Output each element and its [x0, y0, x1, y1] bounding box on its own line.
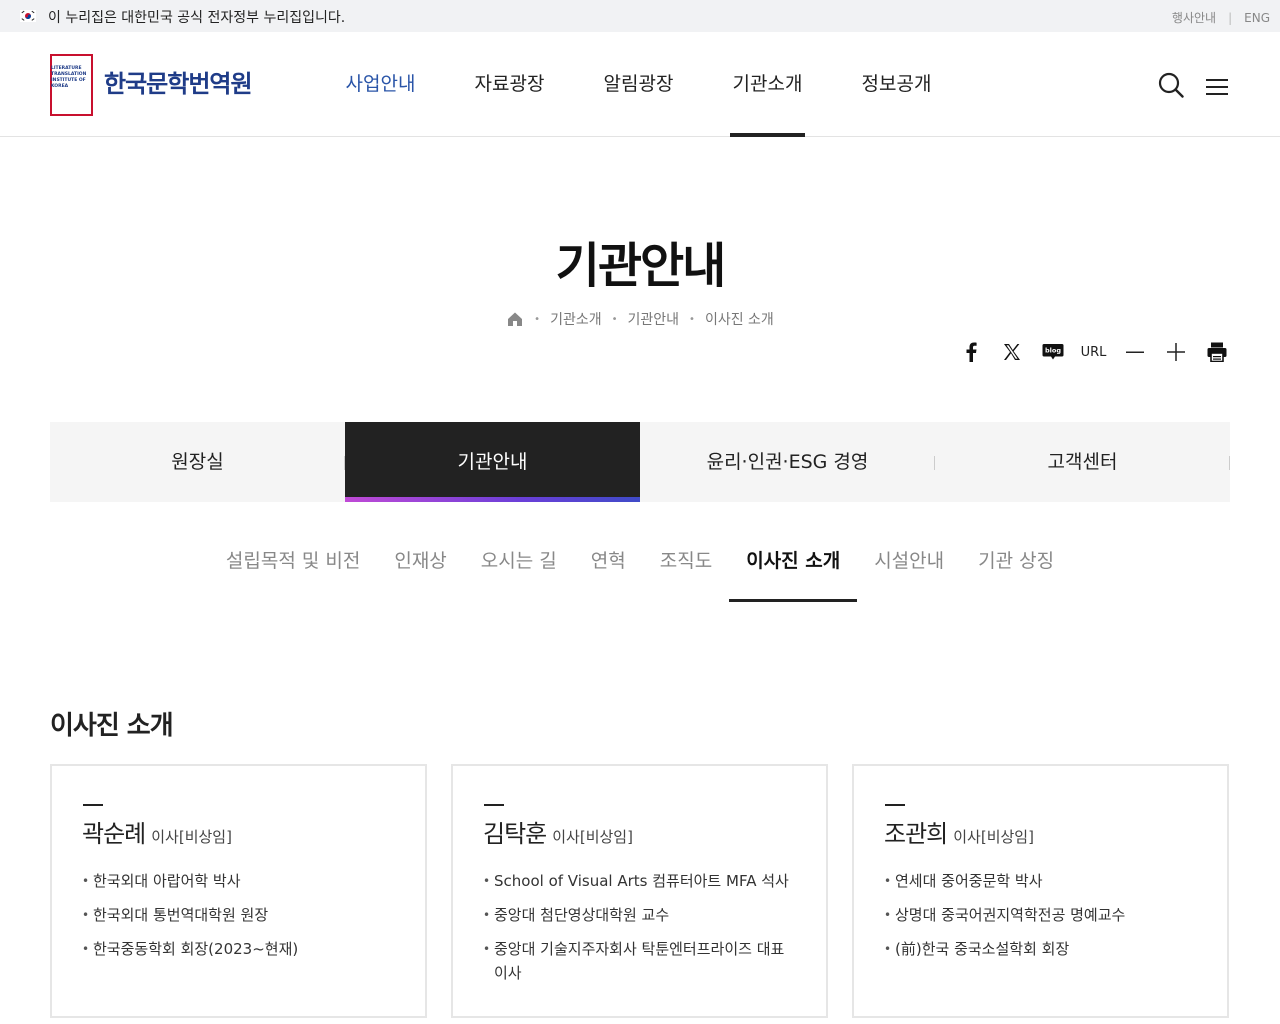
card-accent-bar — [83, 804, 103, 806]
member-name: 곽순례 — [82, 820, 146, 848]
member-role: 이사[비상임] — [953, 828, 1034, 846]
tab-label: 윤리·인권·ESG 경영 — [706, 451, 869, 473]
breadcrumb-item[interactable]: 기관안내 — [628, 309, 680, 329]
breadcrumb-separator: • — [534, 313, 541, 325]
member-header: 김탁훈 이사[비상임] — [483, 814, 796, 849]
career-item: School of Visual Arts 컴퓨터아트 MFA 석사 — [483, 869, 796, 893]
gov-notice-text: 이 누리집은 대한민국 공식 전자정부 누리집입니다. — [48, 10, 346, 26]
print-button[interactable] — [1196, 340, 1237, 364]
depth3-tabs: 설립목적 및 비전 인재상 오시는 길 연혁 조직도 이사진 소개 시설안내 기… — [0, 536, 1280, 602]
subtab-facilities[interactable]: 시설안내 — [857, 536, 961, 602]
divider — [1229, 456, 1230, 470]
card-accent-bar — [885, 804, 905, 806]
subtab-directions[interactable]: 오시는 길 — [464, 536, 574, 602]
breadcrumb-separator: • — [611, 313, 618, 325]
member-header: 조관희 이사[비상임] — [884, 814, 1197, 849]
board-member-card: 곽순례 이사[비상임] 한국외대 아랍어학 박사 한국외대 통번역대학원 원장 … — [50, 764, 427, 1018]
member-career-list: 한국외대 아랍어학 박사 한국외대 통번역대학원 원장 한국중동학회 회장(20… — [82, 869, 395, 961]
blog-icon: blog — [1042, 344, 1063, 360]
site-header: LITERATURE TRANSLATION INSTITUTE OF KORE… — [0, 32, 1280, 137]
print-icon — [1207, 342, 1226, 362]
tab-label: 고객센터 — [1047, 451, 1118, 473]
board-member-card: 김탁훈 이사[비상임] School of Visual Arts 컴퓨터아트 … — [451, 764, 828, 1018]
career-item: 상명대 중국어권지역학전공 명예교수 — [884, 903, 1197, 927]
career-item: 한국중동학회 회장(2023~현재) — [82, 937, 395, 961]
tab-ethics-esg[interactable]: 윤리·인권·ESG 경영 — [640, 422, 935, 502]
page-title: 기관안내 — [555, 238, 727, 294]
career-item: 연세대 중어중문학 박사 — [884, 869, 1197, 893]
member-career-list: 연세대 중어중문학 박사 상명대 중국어권지역학전공 명예교수 (前)한국 중국… — [884, 869, 1197, 961]
breadcrumb-item[interactable]: 기관소개 — [550, 309, 602, 329]
logo-name: 한국문학번역원 — [104, 69, 253, 98]
nav-business[interactable]: 사업안내 — [316, 32, 445, 136]
url-copy-button[interactable]: URL — [1073, 340, 1114, 364]
card-accent-bar — [484, 804, 504, 806]
zoom-out-button[interactable] — [1114, 340, 1155, 364]
gov-notice-bar: 이 누리집은 대한민국 공식 전자정부 누리집입니다. 행사안내 | ENG — [0, 0, 1280, 32]
logo-en-line: KOREA — [51, 84, 69, 89]
breadcrumb-item[interactable]: 이사진 소개 — [705, 309, 774, 329]
main-nav: 사업안내 자료광장 알림광장 기관소개 정보공개 — [316, 32, 961, 137]
member-role: 이사[비상임] — [552, 828, 633, 846]
board-member-card: 조관희 이사[비상임] 연세대 중어중문학 박사 상명대 중국어권지역학전공 명… — [852, 764, 1229, 1018]
blog-label: blog — [1045, 347, 1061, 355]
tab-label: 원장실 — [171, 451, 224, 473]
hamburger-menu-icon[interactable] — [1206, 78, 1228, 96]
breadcrumb-separator: • — [689, 313, 695, 325]
member-name: 김탁훈 — [483, 820, 547, 848]
logo-mark: LITERATURE TRANSLATION INSTITUTE OF KORE… — [50, 54, 94, 116]
divider: | — [1228, 10, 1233, 25]
career-item: 한국외대 통번역대학원 원장 — [82, 903, 395, 927]
subtab-symbol[interactable]: 기관 상징 — [961, 536, 1071, 602]
event-link[interactable]: 행사안내 — [1172, 9, 1216, 26]
nav-notices[interactable]: 알림광장 — [574, 32, 703, 136]
nav-resources[interactable]: 자료광장 — [445, 32, 574, 136]
subtab-history[interactable]: 연혁 — [574, 536, 643, 602]
career-item: (前)한국 중국소설학회 회장 — [884, 937, 1197, 961]
tab-institution-info[interactable]: 기관안내 — [345, 422, 640, 502]
tab-customer-center[interactable]: 고객센터 — [935, 422, 1230, 502]
breadcrumb: • 기관소개 • 기관안내 • 이사진 소개 — [0, 309, 1280, 329]
subtab-board-members[interactable]: 이사진 소개 — [729, 536, 858, 602]
facebook-icon — [966, 342, 977, 362]
facebook-share-button[interactable] — [950, 340, 991, 364]
zoom-in-button[interactable] — [1155, 340, 1196, 364]
tab-label: 기관안내 — [457, 451, 528, 473]
plus-icon — [1166, 343, 1185, 361]
korea-flag-icon — [20, 10, 36, 22]
minus-icon — [1125, 351, 1144, 353]
home-icon[interactable] — [506, 310, 524, 328]
career-item: 중앙대 첨단영상대학원 교수 — [483, 903, 796, 927]
career-item: 중앙대 기술지주자회사 탁툰엔터프라이즈 대표이사 — [483, 937, 796, 985]
eng-link[interactable]: ENG — [1244, 11, 1270, 25]
site-logo[interactable]: LITERATURE TRANSLATION INSTITUTE OF KORE… — [50, 54, 253, 116]
board-member-list: 곽순례 이사[비상임] 한국외대 아랍어학 박사 한국외대 통번역대학원 원장 … — [50, 764, 1230, 1018]
subtab-organization[interactable]: 조직도 — [643, 536, 729, 602]
member-career-list: School of Visual Arts 컴퓨터아트 MFA 석사 중앙대 첨… — [483, 869, 796, 985]
subtab-talent[interactable]: 인재상 — [377, 536, 463, 602]
blog-share-button[interactable]: blog — [1032, 340, 1073, 364]
tab-presidents-office[interactable]: 원장실 — [50, 422, 345, 502]
share-tools: blog URL — [950, 340, 1237, 364]
nav-about[interactable]: 기관소개 — [703, 32, 832, 137]
member-name: 조관희 — [884, 820, 948, 848]
member-header: 곽순례 이사[비상임] — [82, 814, 395, 849]
x-icon — [1003, 344, 1020, 360]
career-item: 한국외대 아랍어학 박사 — [82, 869, 395, 893]
x-share-button[interactable] — [991, 340, 1032, 364]
section-title: 이사진 소개 — [50, 711, 174, 741]
nav-disclosure[interactable]: 정보공개 — [832, 32, 961, 136]
member-role: 이사[비상임] — [151, 828, 232, 846]
search-icon[interactable] — [1158, 72, 1184, 98]
gov-links: 행사안내 | ENG — [1172, 9, 1270, 26]
subtab-purpose-vision[interactable]: 설립목적 및 비전 — [209, 536, 377, 602]
depth2-tabs: 원장실 기관안내 윤리·인권·ESG 경영 고객센터 — [50, 422, 1230, 502]
